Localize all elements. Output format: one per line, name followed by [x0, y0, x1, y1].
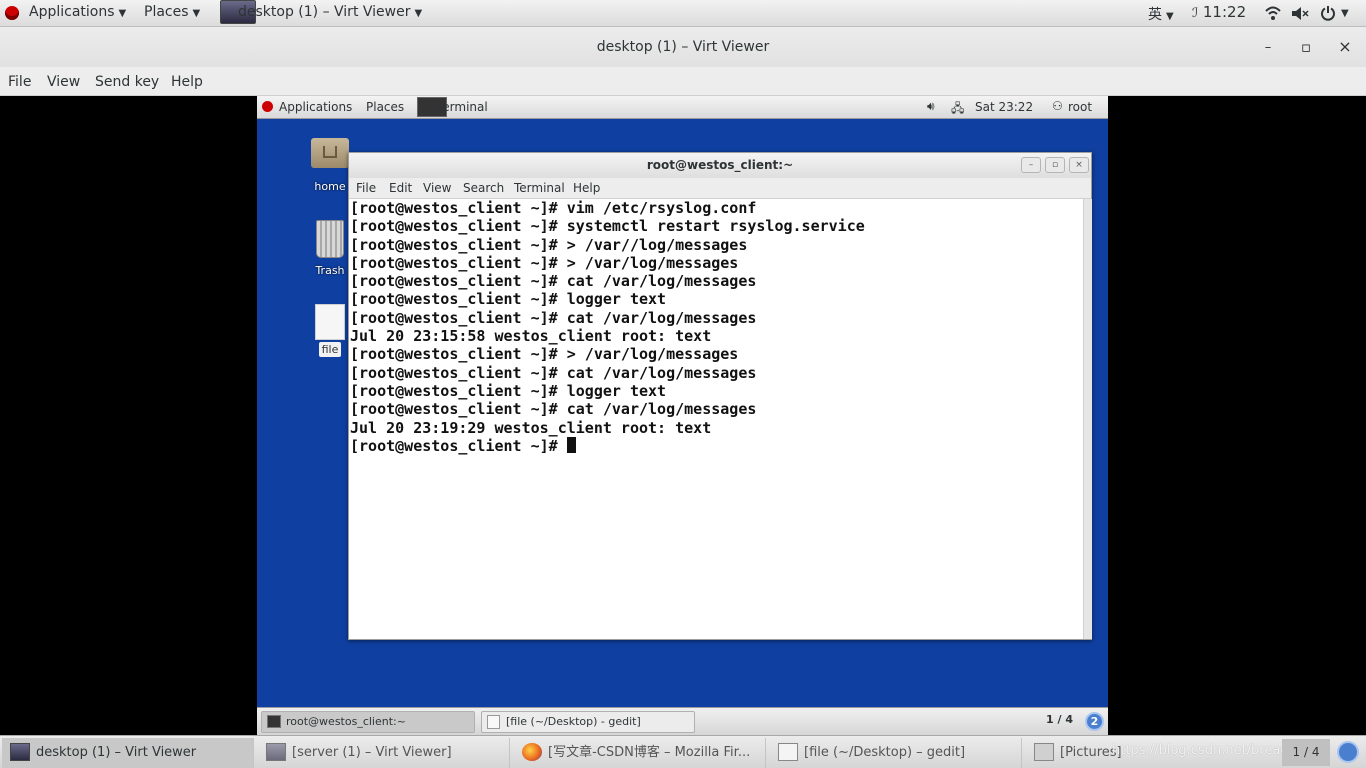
guest-places-menu[interactable]: Places	[366, 100, 404, 114]
terminal-line: Jul 20 23:15:58 westos_client root: text	[350, 327, 712, 346]
virt-viewer-titlebar: desktop (1) – Virt Viewer	[0, 27, 1366, 67]
host-workspace-indicator[interactable]: 1 / 4	[1282, 739, 1330, 766]
terminal-close-button[interactable]: ×	[1069, 157, 1089, 173]
guest-top-bar: Applications Places Terminal 🔊︎ 🖧︎ Sat 2…	[257, 96, 1108, 119]
terminal-line: [root@westos_client ~]# > /var/log/messa…	[350, 345, 739, 364]
guest-task-terminal[interactable]: root@westos_client:~	[261, 711, 475, 733]
minimize-button[interactable]: –	[1260, 40, 1276, 55]
input-method-indicator[interactable]: 英 ▼	[1148, 4, 1174, 24]
terminal-menu-file[interactable]: File	[356, 181, 376, 195]
terminal-line: [root@westos_client ~]# logger text	[350, 290, 667, 309]
terminal-titlebar[interactable]: root@westos_client:~	[349, 153, 1091, 178]
home-folder-icon	[311, 138, 349, 168]
terminal-line: [root@westos_client ~]# cat /var/log/mes…	[350, 272, 757, 291]
virt-viewer-icon	[266, 743, 286, 761]
virt-viewer-icon	[10, 743, 30, 761]
terminal-title: root@westos_client:~	[646, 158, 794, 172]
guest-clock[interactable]: Sat 23:22	[975, 100, 1033, 114]
terminal-output[interactable]: [root@westos_client ~]# vim /etc/rsyslog…	[350, 199, 1083, 639]
terminal-line: [root@westos_client ~]# > /var/log/messa…	[350, 253, 739, 272]
terminal-scrollbar[interactable]	[1083, 199, 1092, 639]
terminal-menu-help[interactable]: Help	[573, 181, 600, 195]
terminal-minimize-button[interactable]: –	[1021, 157, 1041, 173]
guest-user-menu[interactable]: root	[1068, 100, 1092, 114]
maximize-button[interactable]: ▫	[1298, 38, 1314, 56]
terminal-line: [root@westos_client ~]# systemctl restar…	[350, 217, 865, 236]
terminal-menu-view[interactable]: View	[423, 181, 451, 195]
terminal-menu-edit[interactable]: Edit	[389, 181, 412, 195]
window-title: desktop (1) – Virt Viewer	[596, 39, 770, 55]
menu-send-key[interactable]: Send key	[95, 74, 159, 90]
close-button[interactable]: ×	[1337, 37, 1353, 56]
guest-network-icon[interactable]: 🖧︎	[951, 99, 964, 120]
guest-volume-icon[interactable]: 🔊︎	[927, 99, 935, 114]
clock-icon: ℐ	[1192, 6, 1199, 21]
trash-icon	[316, 220, 344, 258]
gedit-icon	[487, 715, 500, 729]
terminal-line: [root@westos_client ~]# > /var//log/mess…	[350, 235, 748, 254]
host-top-bar: Applications ▼ Places ▼ desktop (1) – Virt…	[0, 0, 1366, 27]
terminal-maximize-button[interactable]: ▫	[1045, 157, 1065, 173]
virt-viewer-menubar	[0, 67, 1366, 96]
wifi-icon[interactable]	[1265, 6, 1281, 21]
guest-taskbar: root@westos_client:~ [file (~/Desktop) -…	[257, 707, 1108, 735]
applications-menu[interactable]: Applications ▼	[29, 4, 126, 20]
host-taskbar: desktop (1) – Virt Viewer [server (1) – …	[0, 735, 1366, 768]
gedit-icon	[778, 743, 798, 761]
redhat-logo-icon	[262, 101, 273, 112]
menu-view[interactable]: View	[47, 74, 80, 90]
text-cursor	[566, 436, 576, 453]
guest-terminal-menu[interactable]: Terminal	[437, 100, 488, 114]
terminal-menubar	[349, 178, 1091, 199]
terminal-line: [root@westos_client ~]# logger text	[350, 381, 667, 400]
terminal-menu-search[interactable]: Search	[463, 181, 504, 195]
desktop-icon-label: file	[318, 342, 342, 357]
places-menu[interactable]: Places ▼	[144, 4, 200, 20]
terminal-line: [root@westos_client ~]# cat /var/log/mes…	[350, 400, 757, 419]
volume-muted-icon[interactable]	[1291, 6, 1309, 21]
guest-task-gedit[interactable]: [file (~/Desktop) - gedit]	[481, 711, 695, 733]
host-task-firefox[interactable]: [写文章-CSDN博客 – Mozilla Fir...	[514, 738, 766, 768]
terminal-line: Jul 20 23:19:29 westos_client root: text	[350, 418, 712, 437]
guest-user-icon: ⚇	[1052, 99, 1063, 113]
terminal-menu-terminal[interactable]: Terminal	[514, 181, 565, 195]
host-task-gedit[interactable]: [file (~/Desktop) – gedit]	[770, 738, 1022, 768]
guest-notification-badge[interactable]: 2	[1085, 712, 1104, 731]
host-notification-icon[interactable]	[1337, 741, 1359, 763]
terminal-app-icon	[267, 715, 281, 728]
vm-display[interactable]: Applications Places Terminal 🔊︎ 🖧︎ Sat 2…	[257, 96, 1108, 735]
terminal-prompt: [root@westos_client ~]#	[350, 436, 567, 455]
power-menu-caret[interactable]: ▼	[1341, 8, 1349, 19]
clock[interactable]: ℐ 11:22	[1192, 3, 1246, 21]
file-document-icon	[315, 304, 345, 340]
terminal-line: [root@westos_client ~]# vim /etc/rsyslog…	[350, 199, 757, 217]
file-manager-icon	[1034, 743, 1054, 761]
power-icon[interactable]	[1320, 5, 1336, 21]
terminal-prompt-line[interactable]: [root@westos_client ~]#	[350, 436, 1083, 455]
terminal-line: [root@westos_client ~]# cat /var/log/mes…	[350, 308, 757, 327]
guest-workspace-indicator[interactable]: 1 / 4	[1046, 713, 1073, 726]
host-task-server-virt-viewer[interactable]: [server (1) – Virt Viewer]	[258, 738, 510, 768]
terminal-window[interactable]: root@westos_client:~ – ▫ × File Edit Vie…	[348, 152, 1092, 640]
active-window-menu[interactable]: desktop (1) – Virt Viewer ▼	[238, 4, 422, 20]
menu-file[interactable]: File	[8, 74, 31, 90]
redhat-logo-icon	[5, 6, 19, 20]
guest-applications-menu[interactable]: Applications	[279, 100, 352, 114]
firefox-icon	[522, 743, 542, 761]
terminal-line: [root@westos_client ~]# cat /var/log/mes…	[350, 363, 757, 382]
menu-help[interactable]: Help	[171, 74, 203, 90]
host-task-desktop-virt-viewer[interactable]: desktop (1) – Virt Viewer	[2, 738, 254, 768]
